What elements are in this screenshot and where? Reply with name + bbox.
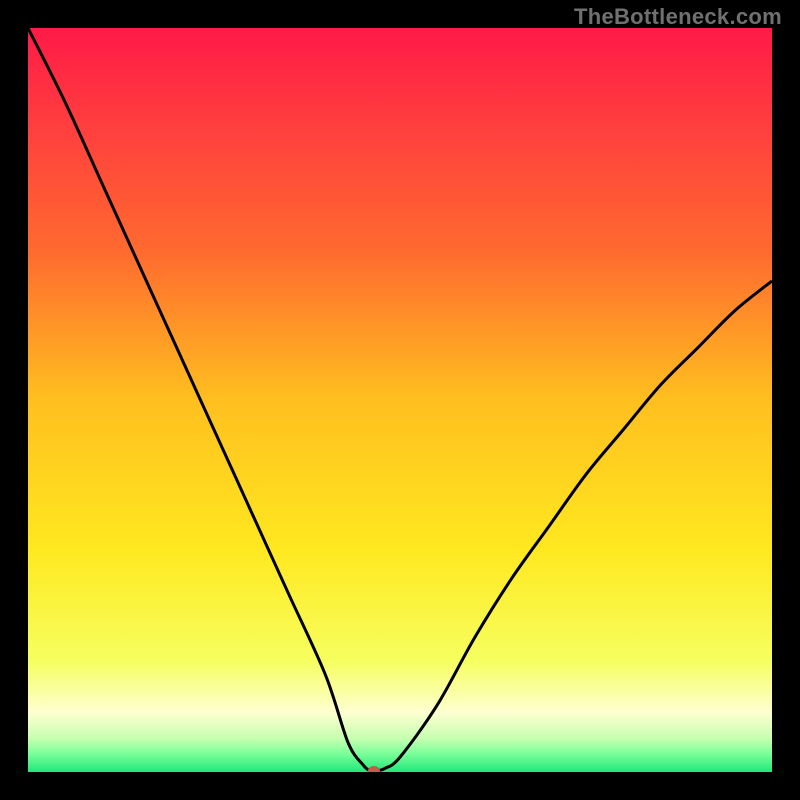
plot-area <box>28 28 772 772</box>
gradient-background <box>28 28 772 772</box>
bottleneck-chart <box>28 28 772 772</box>
chart-frame: TheBottleneck.com <box>0 0 800 800</box>
watermark-text: TheBottleneck.com <box>574 4 782 30</box>
